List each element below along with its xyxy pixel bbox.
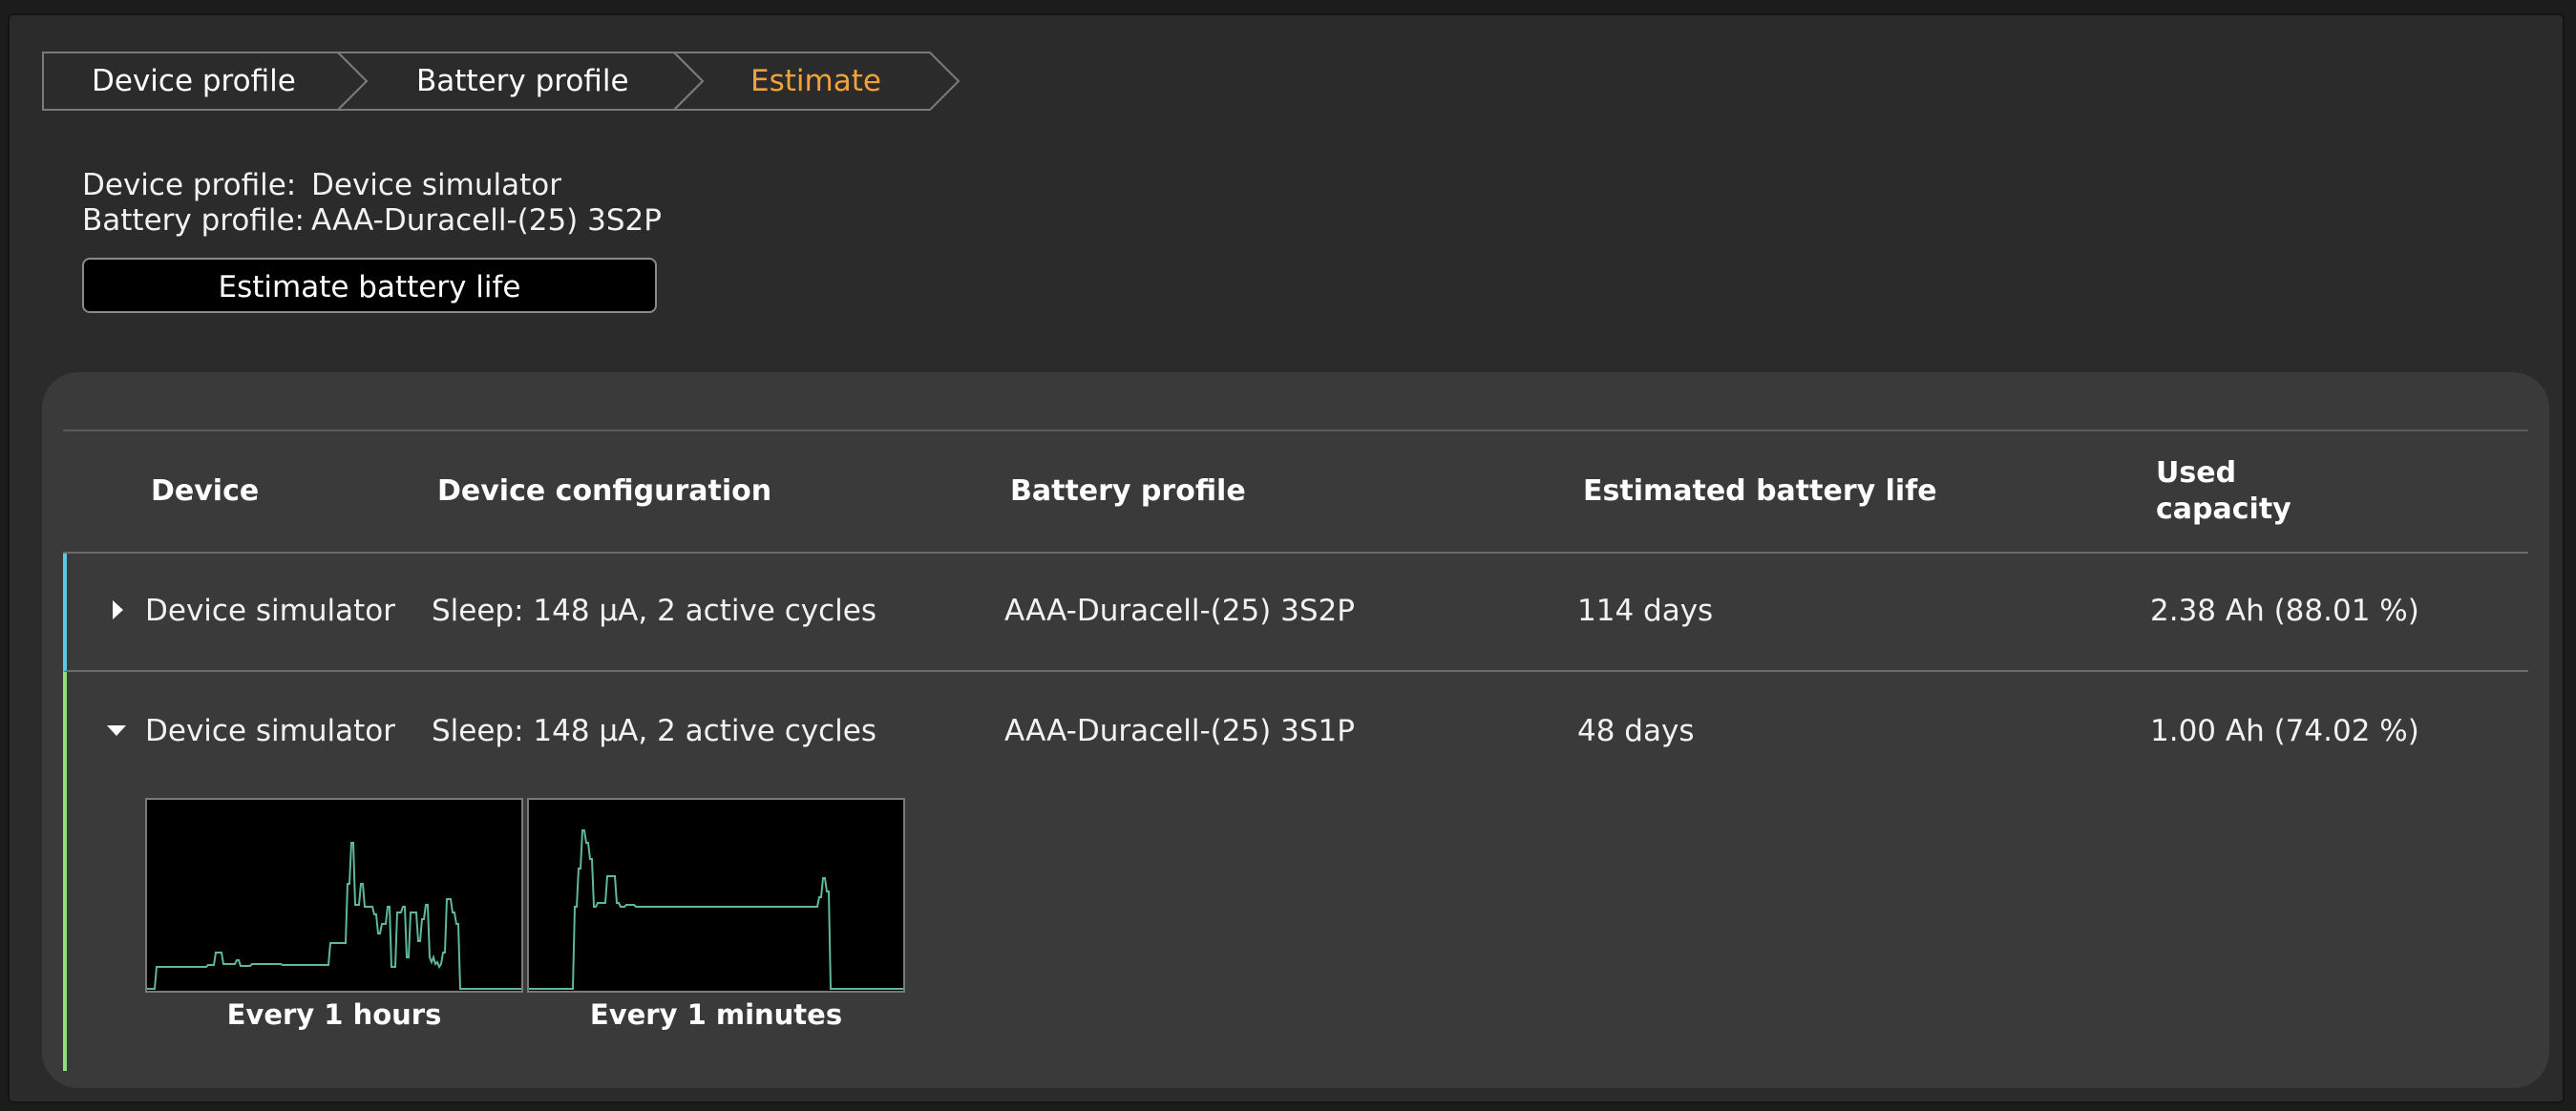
collapse-caret-icon[interactable] bbox=[107, 725, 126, 736]
cell-device-configuration: Sleep: 148 μA, 2 active cycles bbox=[432, 594, 876, 628]
hourly-current-trace bbox=[147, 842, 521, 990]
device-profile-label: Device profile: bbox=[82, 168, 297, 202]
header-used-capacity: Used capacity bbox=[2156, 431, 2291, 552]
header-device-configuration: Device configuration bbox=[437, 474, 772, 508]
minute-current-trace bbox=[529, 829, 903, 990]
profile-summary: Device profile: Device simulator Battery… bbox=[82, 168, 662, 239]
cell-device: Device simulator bbox=[145, 714, 395, 748]
header-used-capacity-line1: Used bbox=[2156, 456, 2237, 490]
header-battery-profile: Battery profile bbox=[1010, 474, 1246, 508]
hourly-chart-caption: Every 1 hours bbox=[226, 998, 442, 1031]
cell-battery-profile: AAA-Duracell-(25) 3S2P bbox=[1004, 594, 1355, 628]
battery-profile-value: AAA-Duracell-(25) 3S2P bbox=[311, 203, 662, 238]
breadcrumb: Device profile Battery profile Estimate bbox=[42, 52, 961, 111]
cell-used-capacity: 2.38 Ah (88.01 %) bbox=[2150, 594, 2419, 628]
device-profile-row: Device profile: Device simulator bbox=[82, 168, 662, 203]
breadcrumb-step-device-profile[interactable]: Device profile bbox=[92, 52, 296, 111]
cell-device: Device simulator bbox=[145, 594, 395, 628]
minute-chart-caption: Every 1 minutes bbox=[589, 998, 843, 1031]
header-device: Device bbox=[151, 474, 260, 508]
table-row[interactable]: Device simulator Sleep: 148 μA, 2 active… bbox=[63, 672, 2528, 1071]
cell-battery-profile: AAA-Duracell-(25) 3S1P bbox=[1004, 714, 1355, 748]
header-used-capacity-line2: capacity bbox=[2156, 493, 2291, 526]
header-estimated-battery-life: Estimated battery life bbox=[1583, 474, 1937, 508]
cell-used-capacity: 1.00 Ah (74.02 %) bbox=[2150, 714, 2419, 748]
hourly-current-profile-chart bbox=[145, 798, 523, 993]
breadcrumb-step-battery-profile[interactable]: Battery profile bbox=[416, 52, 629, 111]
app-window: Device profile Battery profile Estimate … bbox=[8, 13, 2565, 1103]
expand-caret-icon[interactable] bbox=[113, 600, 123, 619]
estimate-battery-life-button[interactable]: Estimate battery life bbox=[82, 258, 657, 313]
table-row[interactable]: Device simulator Sleep: 148 μA, 2 active… bbox=[63, 554, 2528, 672]
cell-device-configuration: Sleep: 148 μA, 2 active cycles bbox=[432, 714, 876, 748]
results-panel: Device Device configuration Battery prof… bbox=[42, 372, 2549, 1088]
battery-profile-row: Battery profile: AAA-Duracell-(25) 3S2P bbox=[82, 203, 662, 239]
device-profile-value: Device simulator bbox=[311, 168, 561, 202]
cell-estimated-battery-life: 48 days bbox=[1577, 714, 1695, 748]
minute-current-profile-chart bbox=[527, 798, 905, 993]
battery-profile-label: Battery profile: bbox=[82, 203, 305, 238]
breadcrumb-step-estimate[interactable]: Estimate bbox=[750, 52, 881, 111]
results-table-header: Device Device configuration Battery prof… bbox=[63, 431, 2528, 554]
cell-estimated-battery-life: 114 days bbox=[1577, 594, 1714, 628]
